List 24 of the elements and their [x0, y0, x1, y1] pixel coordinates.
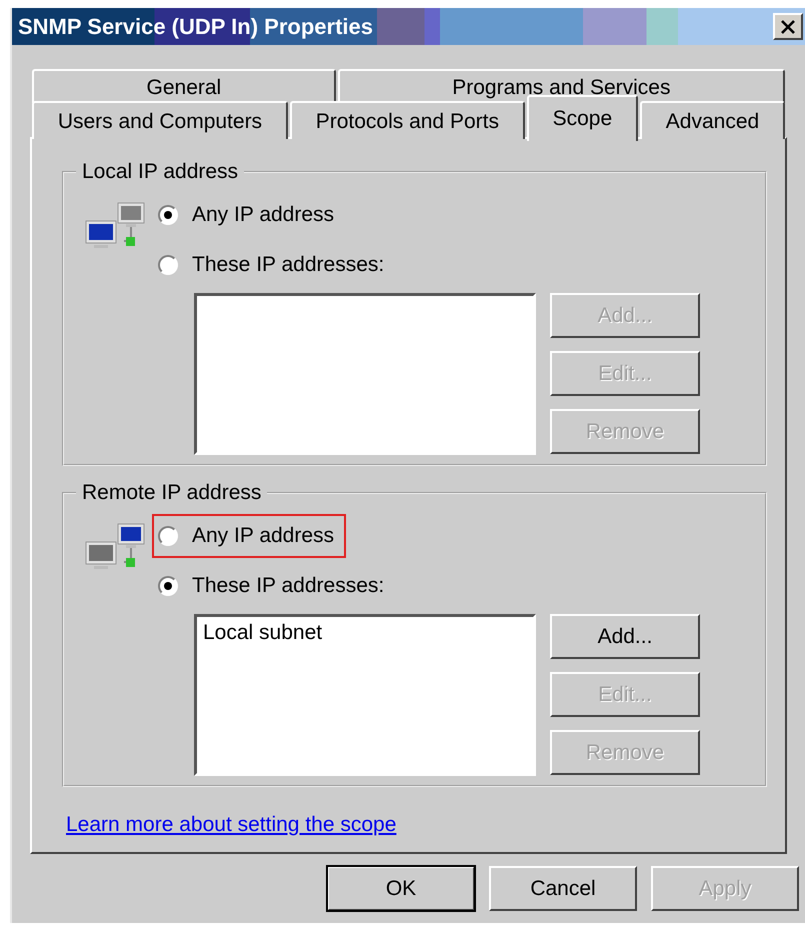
tab[interactable]: Scope [526, 95, 638, 141]
radio-label[interactable]: Any IP address [192, 524, 334, 548]
radio-button[interactable] [158, 576, 178, 596]
radio-button[interactable] [158, 526, 178, 546]
radio-label[interactable]: These IP addresses: [192, 253, 384, 277]
radio-label[interactable]: Any IP address [192, 203, 334, 227]
radio-label[interactable]: These IP addresses: [192, 574, 384, 598]
tab[interactable]: Programs and Services [338, 69, 786, 103]
address-list[interactable] [194, 293, 536, 455]
button[interactable]: Cancel [489, 866, 637, 911]
close-icon [780, 20, 796, 34]
help-link[interactable]: Learn more about setting the scope [66, 813, 396, 837]
tab[interactable]: Users and Computers [32, 101, 288, 139]
window-title: SNMP Service (UDP In) Properties [18, 14, 373, 40]
list-item[interactable]: Local subnet [203, 621, 322, 645]
tab[interactable]: Protocols and Ports [290, 101, 525, 139]
tab[interactable]: Advanced [640, 101, 786, 139]
address-list[interactable]: Local subnet [194, 614, 536, 776]
radio-button[interactable] [158, 205, 178, 225]
tab[interactable]: General [32, 69, 336, 103]
radio-button[interactable] [158, 255, 178, 275]
button[interactable]: Add... [550, 614, 700, 659]
close-button[interactable] [773, 13, 803, 40]
button[interactable]: OK [327, 866, 475, 911]
